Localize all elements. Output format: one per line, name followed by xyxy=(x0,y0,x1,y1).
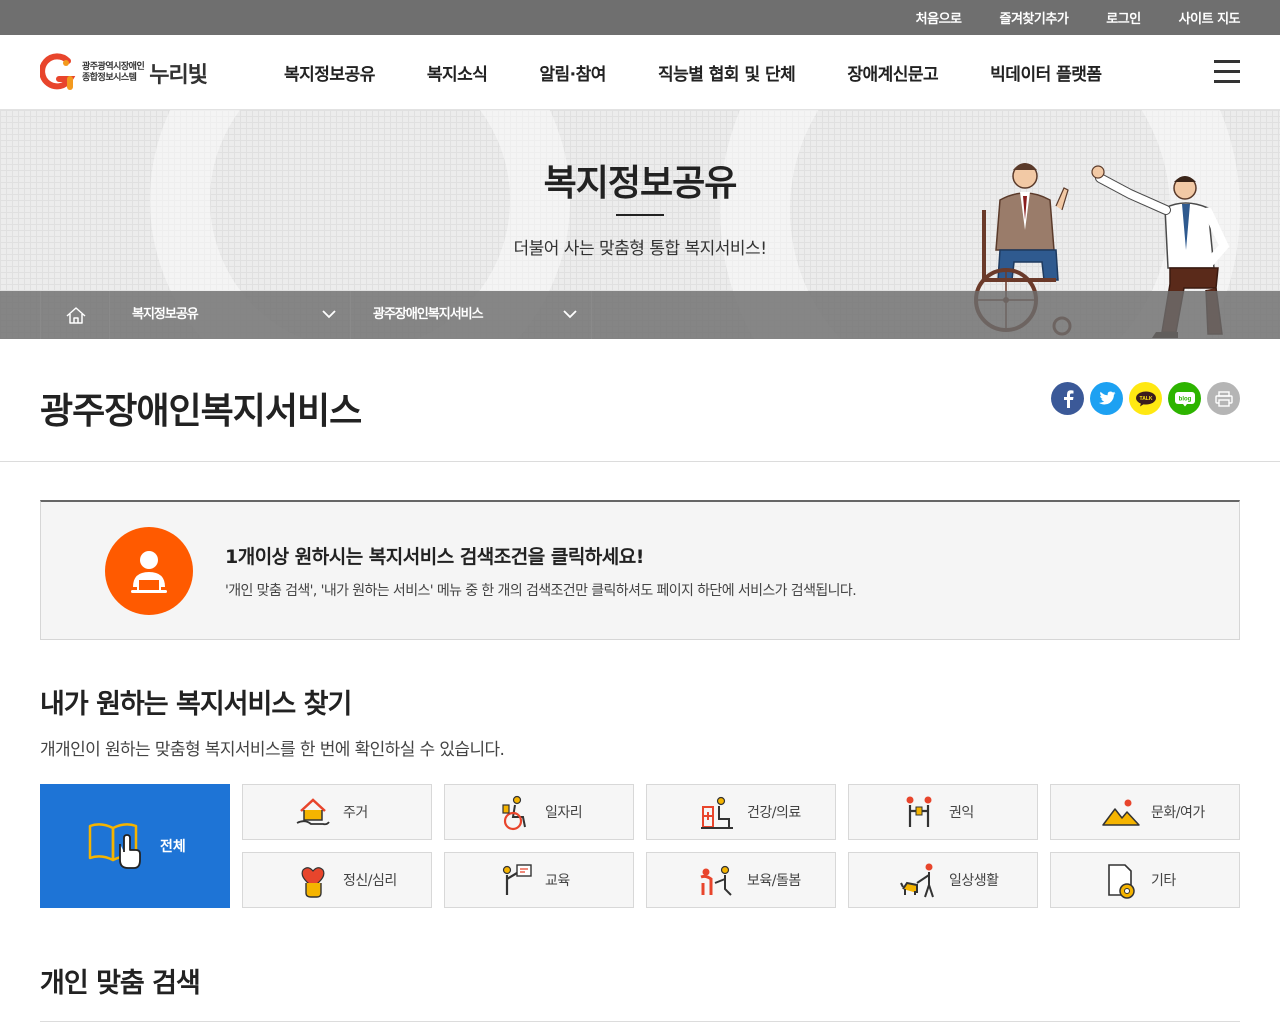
breadcrumb-level1-label: 복지정보공유 xyxy=(132,307,199,322)
add-bookmark-link[interactable]: 즐겨찾기추가 xyxy=(1000,8,1069,27)
category-jobs-label: 일자리 xyxy=(545,805,583,821)
breadcrumb-level2-label: 광주장애인복지서비스 xyxy=(373,307,484,322)
sitemap-link[interactable]: 사이트 지도 xyxy=(1179,8,1241,27)
print-button[interactable] xyxy=(1207,382,1240,415)
category-education-label: 교육 xyxy=(545,873,570,889)
category-culture-label: 문화/여가 xyxy=(1151,805,1205,821)
category-daily-life-label: 일상생활 xyxy=(949,873,999,889)
blog-icon-text: blog xyxy=(1178,396,1191,402)
nav-associations[interactable]: 직능별 협회 및 단체 xyxy=(658,60,796,85)
logo-subtitle-line1: 광주광역시장애인 xyxy=(82,62,145,72)
category-health-label: 건강/의료 xyxy=(747,805,801,821)
book-pointer-icon xyxy=(88,823,141,869)
site-logo[interactable]: 광주광역시장애인 종합정보시스템 누리빛 xyxy=(39,53,208,93)
home-link[interactable]: 처음으로 xyxy=(916,8,962,27)
category-education[interactable]: 교육 xyxy=(444,852,634,908)
search-guide-notice: 1개이상 원하시는 복지서비스 검색조건을 클릭하세요! '개인 맞춤 검색',… xyxy=(40,500,1240,640)
breadcrumb-home[interactable] xyxy=(40,291,110,339)
category-mental-label: 정신/심리 xyxy=(343,873,397,889)
logo-subtitle: 광주광역시장애인 종합정보시스템 xyxy=(82,62,145,84)
logo-g-icon xyxy=(39,53,76,93)
category-housing-label: 주거 xyxy=(343,805,368,821)
facebook-icon xyxy=(1063,389,1073,408)
chevron-down-icon xyxy=(563,310,577,319)
share-buttons: TALK blog xyxy=(1051,382,1246,415)
naver-blog-share-button[interactable]: blog xyxy=(1168,382,1201,415)
main-nav: 복지정보공유 복지소식 알림·참여 직능별 협회 및 단체 장애계신문고 빅데이… xyxy=(284,35,1102,110)
heart-hand-icon xyxy=(301,867,325,898)
print-icon xyxy=(1214,390,1233,407)
breadcrumb-bar: 복지정보공유 광주장애인복지서비스 xyxy=(0,291,1280,339)
nav-notice-participation[interactable]: 알림·참여 xyxy=(539,60,606,85)
nav-petition[interactable]: 장애계신문고 xyxy=(847,60,938,85)
hero-banner: 복지정보공유 더불어 사는 맞춤형 통합 복지서비스! 복지정보공유 광주장애인… xyxy=(0,110,1280,339)
category-etc-label: 기타 xyxy=(1151,873,1176,889)
home-icon xyxy=(66,307,86,324)
category-childcare-label: 보육/돌봄 xyxy=(747,873,801,889)
section-title: 내가 원하는 복지서비스 찾기 xyxy=(40,689,352,720)
category-health[interactable]: 건강/의료 xyxy=(646,784,836,840)
breadcrumb-level2-dropdown[interactable]: 광주장애인복지서비스 xyxy=(351,291,592,339)
user-laptop-icon xyxy=(105,527,193,615)
category-rights-label: 권익 xyxy=(949,805,974,821)
nav-welfare-info[interactable]: 복지정보공유 xyxy=(284,60,375,85)
nav-bigdata[interactable]: 빅데이터 플랫폼 xyxy=(990,60,1102,85)
breadcrumb-level1-dropdown[interactable]: 복지정보공유 xyxy=(110,291,351,339)
category-culture[interactable]: 문화/여가 xyxy=(1050,784,1240,840)
mountain-icon xyxy=(1102,799,1140,826)
section-divider xyxy=(40,1021,1240,1022)
medical-icon xyxy=(701,796,733,829)
logo-subtitle-line2: 종합정보시스템 xyxy=(82,73,137,83)
category-all-label: 전체 xyxy=(160,839,186,855)
category-childcare[interactable]: 보육/돌봄 xyxy=(646,852,836,908)
category-jobs[interactable]: 일자리 xyxy=(444,784,634,840)
kakaotalk-icon: TALK xyxy=(1135,391,1156,406)
section-description: 개개인이 원하는 맞춤형 복지서비스를 한 번에 확인하실 수 있습니다. xyxy=(40,740,505,760)
category-rights[interactable]: 권익 xyxy=(848,784,1038,840)
login-link[interactable]: 로그인 xyxy=(1106,8,1141,27)
blog-icon: blog xyxy=(1174,391,1195,406)
custom-search-title: 개인 맞춤 검색 xyxy=(40,968,201,999)
notice-description: '개인 맞춤 검색', '내가 원하는 서비스' 메뉴 중 한 개의 검색조건만… xyxy=(225,583,857,599)
utility-bar: 처음으로 즐겨찾기추가 로그인 사이트 지도 xyxy=(0,0,1280,35)
category-etc[interactable]: 기타 xyxy=(1050,852,1240,908)
category-housing[interactable]: 주거 xyxy=(242,784,432,840)
nav-welfare-news[interactable]: 복지소식 xyxy=(427,60,488,85)
utility-links: 처음으로 즐겨찾기추가 로그인 사이트 지도 xyxy=(878,0,1241,35)
twitter-icon xyxy=(1098,391,1115,405)
kakaotalk-icon-text: TALK xyxy=(1139,396,1152,402)
page-title: 광주장애인복지서비스 xyxy=(40,391,362,432)
category-mental[interactable]: 정신/심리 xyxy=(242,852,432,908)
notice-heading: 1개이상 원하시는 복지서비스 검색조건을 클릭하세요! xyxy=(225,546,644,568)
title-divider xyxy=(0,461,1280,462)
menu-hamburger-icon[interactable] xyxy=(1214,60,1240,84)
category-all-button[interactable]: 전체 xyxy=(40,784,230,908)
guide-dog-icon xyxy=(900,863,934,898)
rights-people-icon xyxy=(906,796,932,827)
hero-divider xyxy=(616,214,664,216)
twitter-share-button[interactable] xyxy=(1090,382,1123,415)
facebook-share-button[interactable] xyxy=(1051,382,1084,415)
chevron-down-icon xyxy=(322,310,336,319)
site-header: 광주광역시장애인 종합정보시스템 누리빛 복지정보공유 복지소식 알림·참여 직… xyxy=(0,35,1280,110)
teacher-board-icon xyxy=(502,864,532,895)
house-hand-icon xyxy=(296,798,330,826)
logo-title: 누리빛 xyxy=(149,63,208,88)
category-daily-life[interactable]: 일상생활 xyxy=(848,852,1038,908)
kakaotalk-share-button[interactable]: TALK xyxy=(1129,382,1162,415)
document-gear-icon xyxy=(1108,864,1135,899)
caregiver-icon xyxy=(700,865,732,896)
wheelchair-worker-icon xyxy=(502,795,526,831)
